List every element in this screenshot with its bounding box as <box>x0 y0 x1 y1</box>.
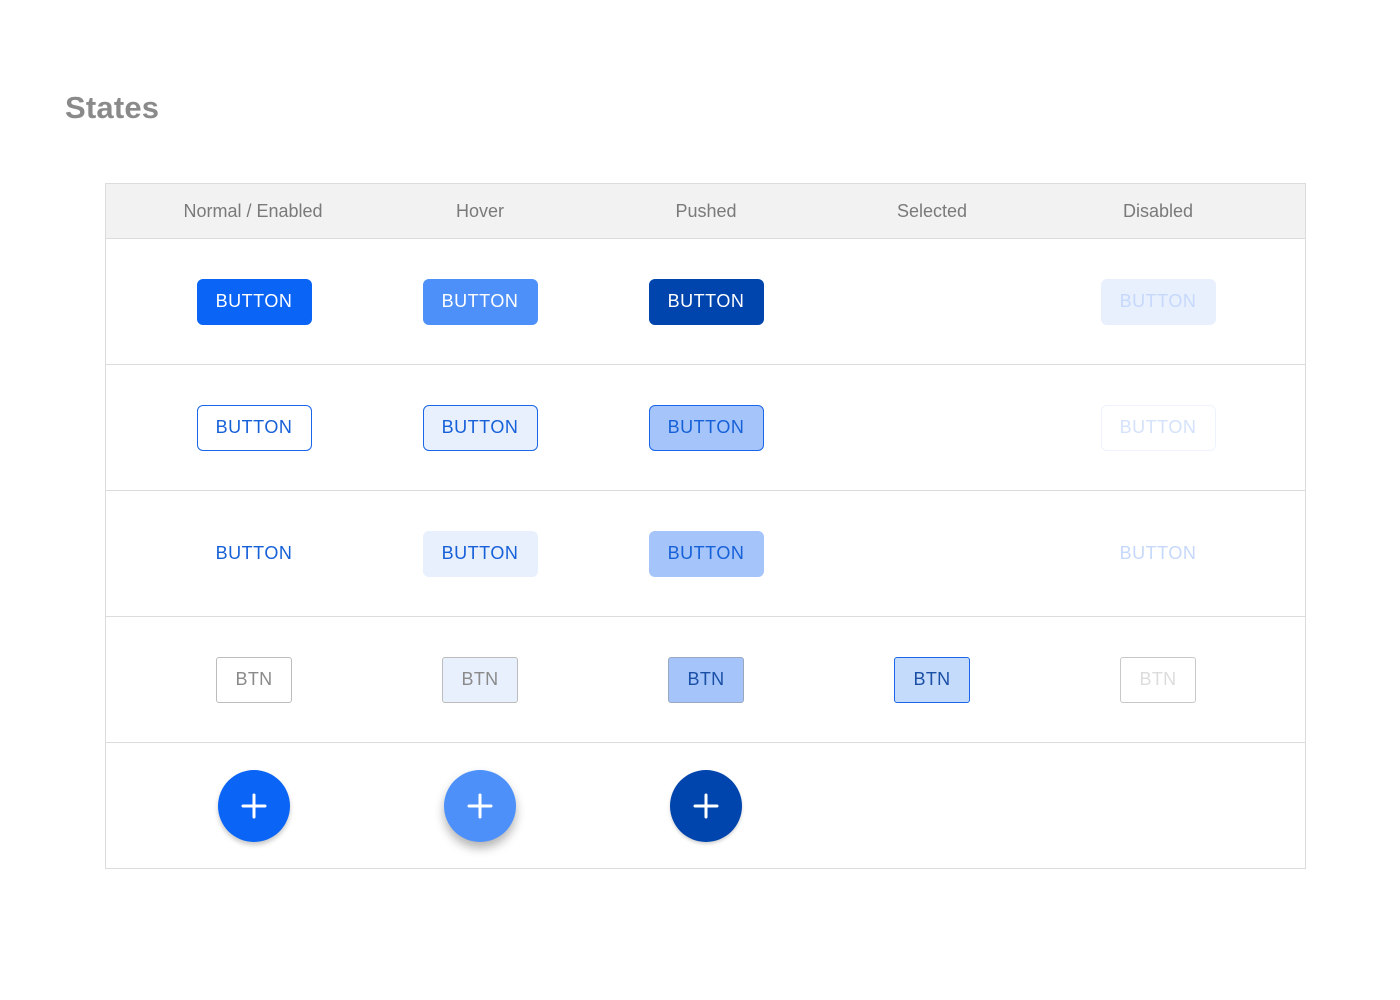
cell-fab-pushed <box>606 743 806 868</box>
cell-filled-hover: BUTTON <box>380 239 580 364</box>
filled-button-disabled: BUTTON <box>1100 278 1216 325</box>
text-button-hover[interactable]: BUTTON <box>422 530 538 577</box>
fab-button-hover[interactable] <box>444 769 516 842</box>
filled-button-pushed[interactable]: BUTTON <box>648 278 764 325</box>
cell-text-hover: BUTTON <box>380 491 580 616</box>
column-header-normal: Normal / Enabled <box>183 200 323 221</box>
cell-fab-hover <box>380 743 580 868</box>
text-button-disabled: BUTTON <box>1101 531 1216 577</box>
column-header-hover: Hover <box>455 200 504 221</box>
fab-button-normal[interactable] <box>218 769 290 842</box>
table-row-filled: BUTTON BUTTON BUTTON BUTTON <box>106 239 1305 365</box>
fab-button-pushed[interactable] <box>670 769 742 842</box>
outlined-button-normal[interactable]: BUTTON <box>196 404 312 451</box>
filled-button-normal[interactable]: BUTTON <box>196 278 312 325</box>
filled-button-hover[interactable]: BUTTON <box>422 278 538 325</box>
table-row-small: BTN BTN BTN BTN BTN <box>106 617 1305 743</box>
text-button-normal[interactable]: BUTTON <box>197 531 312 577</box>
small-button-hover[interactable]: BTN <box>442 656 518 703</box>
column-header-selected: Selected <box>896 200 968 221</box>
cell-outlined-pushed: BUTTON <box>606 365 806 490</box>
table-header: Normal / Enabled Hover Pushed Selected D… <box>106 184 1305 239</box>
small-button-disabled: BTN <box>1120 656 1196 703</box>
cell-filled-pushed: BUTTON <box>606 239 806 364</box>
cell-small-disabled: BTN <box>1058 617 1258 742</box>
column-header-disabled: Disabled <box>1122 200 1194 221</box>
cell-filled-disabled: BUTTON <box>1058 239 1258 364</box>
cell-text-pushed: BUTTON <box>606 491 806 616</box>
outlined-button-disabled: BUTTON <box>1100 404 1216 451</box>
cell-fab-normal <box>154 743 354 868</box>
page-title: States <box>65 90 160 125</box>
cell-outlined-normal: BUTTON <box>154 365 354 490</box>
cell-small-selected: BTN <box>832 617 1032 742</box>
small-button-pushed[interactable]: BTN <box>668 656 744 703</box>
outlined-button-pushed[interactable]: BUTTON <box>648 404 764 451</box>
table-row-outlined: BUTTON BUTTON BUTTON BUTTON <box>106 365 1305 491</box>
table-row-fab <box>106 743 1305 868</box>
cell-text-normal: BUTTON <box>154 491 354 616</box>
cell-outlined-disabled: BUTTON <box>1058 365 1258 490</box>
cell-small-hover: BTN <box>380 617 580 742</box>
text-button-pushed[interactable]: BUTTON <box>648 530 764 577</box>
column-header-pushed: Pushed <box>675 200 737 221</box>
outlined-button-hover[interactable]: BUTTON <box>422 404 538 451</box>
plus-icon <box>467 793 493 818</box>
states-table: Normal / Enabled Hover Pushed Selected D… <box>105 183 1306 869</box>
cell-filled-normal: BUTTON <box>154 239 354 364</box>
cell-small-normal: BTN <box>154 617 354 742</box>
plus-icon <box>241 793 267 818</box>
small-button-selected[interactable]: BTN <box>894 656 970 703</box>
cell-text-disabled: BUTTON <box>1058 491 1258 616</box>
small-button-normal[interactable]: BTN <box>216 656 292 703</box>
cell-small-pushed: BTN <box>606 617 806 742</box>
table-row-text: BUTTON BUTTON BUTTON BUTTON <box>106 491 1305 617</box>
plus-icon <box>693 793 719 818</box>
cell-outlined-hover: BUTTON <box>380 365 580 490</box>
